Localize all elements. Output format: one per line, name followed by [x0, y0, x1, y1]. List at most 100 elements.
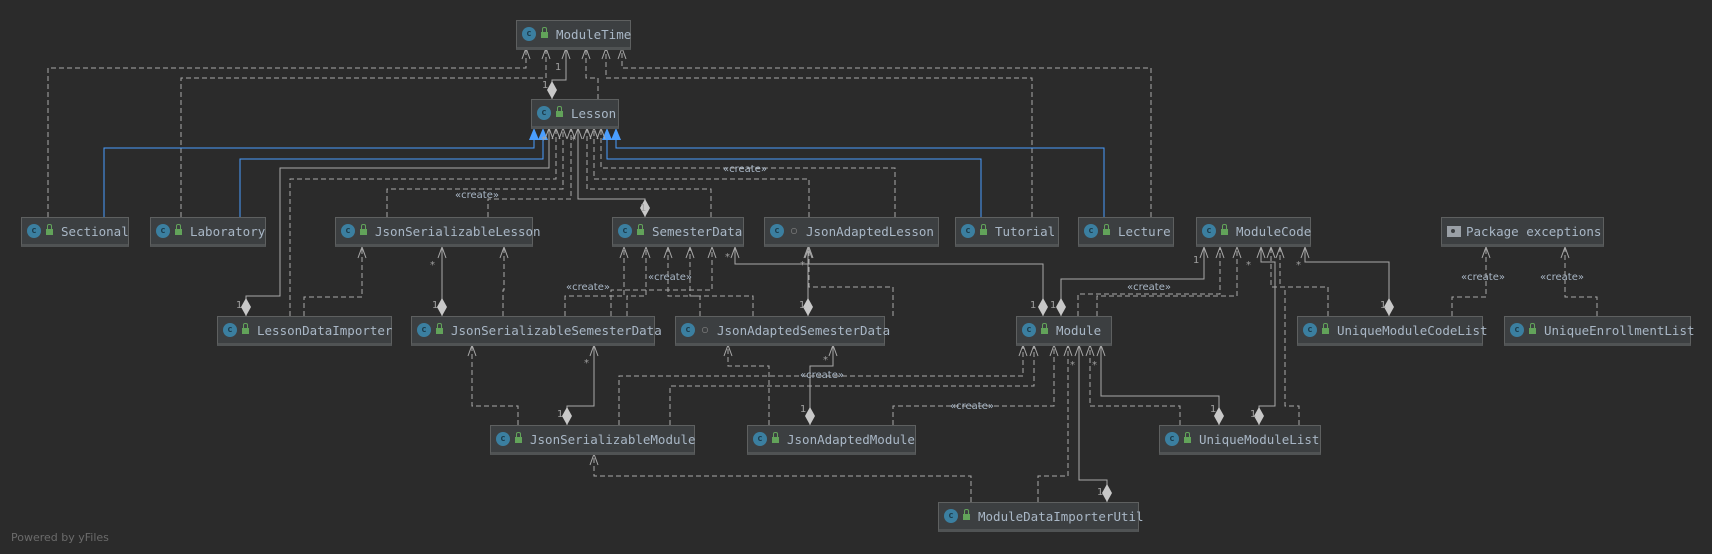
- dependency-edge: [1089, 345, 1181, 425]
- inheritance-edge: [606, 128, 982, 217]
- multiplicity-label: 1: [555, 62, 562, 73]
- dependency-edge: [1037, 345, 1069, 502]
- class-icon: c: [1165, 432, 1179, 446]
- dependency-edge: [471, 345, 519, 425]
- class-node-moduletime[interactable]: c ModuleTime: [516, 20, 631, 50]
- class-icon: c: [537, 106, 551, 120]
- public-lock-icon: [175, 224, 182, 235]
- dependency-edge: [303, 247, 363, 316]
- class-node-jsonserializablelesson[interactable]: c JsonSerializableLesson: [335, 217, 541, 247]
- class-node-jsonadaptedmodule[interactable]: c JsonAdaptedModule: [747, 425, 916, 455]
- class-name: SemesterData: [652, 223, 743, 239]
- class-icon: c: [681, 323, 695, 337]
- multiplicity-label: *: [823, 355, 828, 366]
- multiplicity-label: 1: [1193, 255, 1200, 266]
- create-stereotype-label: «create»: [1127, 282, 1171, 293]
- composition-edge: [1304, 247, 1390, 316]
- class-icon: c: [27, 224, 41, 238]
- class-name: ModuleDataImporterUtil: [978, 508, 1144, 524]
- dependency-edge: [502, 247, 505, 316]
- composition-edge: [1100, 345, 1220, 425]
- public-lock-icon: [1103, 224, 1110, 235]
- powered-by-yfiles: Powered by yFiles: [11, 531, 109, 544]
- class-node-modulecode[interactable]: c ModuleCode: [1196, 217, 1311, 247]
- class-node-jsonadaptedsemesterdata[interactable]: c JsonAdaptedSemesterData: [675, 316, 890, 346]
- class-node-sectional[interactable]: c Sectional: [21, 217, 129, 247]
- composition-diamond-icon: [805, 407, 815, 425]
- multiplicity-label: *: [725, 252, 730, 263]
- composition-edge: [809, 345, 834, 425]
- class-node-moduledataimporterutil[interactable]: c ModuleDataImporterUtil: [938, 502, 1144, 532]
- class-icon: c: [961, 224, 975, 238]
- dependency-edge: [605, 48, 1033, 217]
- class-name: JsonSerializableLesson: [375, 223, 541, 239]
- class-node-lesson[interactable]: c Lesson: [531, 99, 619, 129]
- class-node-lecture[interactable]: c Lecture: [1078, 217, 1174, 247]
- dependency-edge: [593, 128, 810, 217]
- class-name: LessonDataImporter: [257, 322, 393, 338]
- class-node-package-exceptions[interactable]: Package exceptions: [1441, 217, 1604, 247]
- create-stereotype-label: «create»: [950, 401, 994, 412]
- class-node-uniquemodulelist[interactable]: c UniqueModuleList: [1159, 425, 1321, 455]
- class-name: UniqueModuleCodeList: [1337, 322, 1488, 338]
- multiplicity-label: 1: [236, 300, 243, 311]
- class-icon: c: [618, 224, 632, 238]
- class-node-jsonserializablemodule[interactable]: c JsonSerializableModule: [490, 425, 696, 455]
- multiplicity-label: 1: [1380, 300, 1387, 311]
- multiplicity-label: 1: [1097, 487, 1104, 498]
- class-icon: c: [1202, 224, 1216, 238]
- class-icon: c: [1510, 323, 1524, 337]
- inheritance-arrow-icon: [611, 128, 621, 140]
- dependency-edge: [585, 48, 599, 99]
- multiplicity-label: 1: [1250, 409, 1257, 420]
- class-icon: c: [417, 323, 431, 337]
- inheritance-arrow-icon: [529, 128, 539, 140]
- dependency-edge: [689, 247, 754, 316]
- composition-diamond-icon: [241, 298, 251, 316]
- class-name: ModuleCode: [1236, 223, 1312, 239]
- class-node-lessondataimporter[interactable]: c LessonDataImporter: [217, 316, 392, 346]
- diagram-edges: [47, 46, 1598, 502]
- multiplicity-label: *: [541, 135, 546, 146]
- class-icon: c: [341, 224, 355, 238]
- multiplicity-label: 1: [640, 203, 647, 214]
- class-name: UniqueModuleList: [1199, 431, 1320, 447]
- multiplicity-label: 1: [800, 404, 807, 415]
- public-lock-icon: [1221, 224, 1228, 235]
- dependency-edge: [727, 345, 770, 425]
- class-icon: c: [223, 323, 237, 337]
- multiplicity-label: *: [430, 260, 435, 271]
- class-node-jsonserializablesemesterdata[interactable]: c JsonSerializableSemesterData: [411, 316, 662, 346]
- dependency-edge: [593, 454, 972, 502]
- create-stereotype-label: «create»: [455, 190, 499, 201]
- multiplicity-label: 1: [1210, 404, 1217, 415]
- class-name: JsonSerializableModule: [530, 431, 696, 447]
- class-node-uniquemodulecodelist[interactable]: c UniqueModuleCodeList: [1297, 316, 1488, 346]
- dependency-edge: [626, 247, 647, 316]
- class-node-module[interactable]: c Module: [1016, 316, 1112, 346]
- class-name: Package exceptions: [1466, 223, 1602, 239]
- public-lock-icon: [772, 432, 779, 443]
- class-name: UniqueEnrollmentList: [1544, 322, 1695, 338]
- dependency-edge: [669, 345, 1035, 425]
- class-node-semesterdata[interactable]: c SemesterData: [612, 217, 744, 247]
- class-node-laboratory[interactable]: c Laboratory: [150, 217, 266, 247]
- class-icon: c: [1303, 323, 1317, 337]
- package-folder-icon: [1447, 225, 1461, 237]
- class-node-jsonadaptedlesson[interactable]: c JsonAdaptedLesson: [764, 217, 939, 247]
- public-lock-icon: [360, 224, 367, 235]
- class-name: JsonAdaptedSemesterData: [717, 322, 891, 338]
- public-lock-icon: [556, 106, 563, 117]
- class-node-tutorial[interactable]: c Tutorial: [955, 217, 1059, 247]
- composition-diamond-icon: [437, 298, 447, 316]
- public-lock-icon: [436, 323, 443, 334]
- dependency-edge: [386, 128, 564, 217]
- class-name: Sectional: [61, 223, 129, 239]
- multiplicity-label: 1: [542, 80, 549, 91]
- class-name: JsonAdaptedLesson: [806, 223, 934, 239]
- public-lock-icon: [1041, 323, 1048, 334]
- public-lock-icon: [980, 224, 987, 235]
- class-name: Lecture: [1118, 223, 1171, 239]
- inheritance-edge: [239, 128, 544, 217]
- class-node-uniqueenrollmentlist[interactable]: c UniqueEnrollmentList: [1504, 316, 1695, 346]
